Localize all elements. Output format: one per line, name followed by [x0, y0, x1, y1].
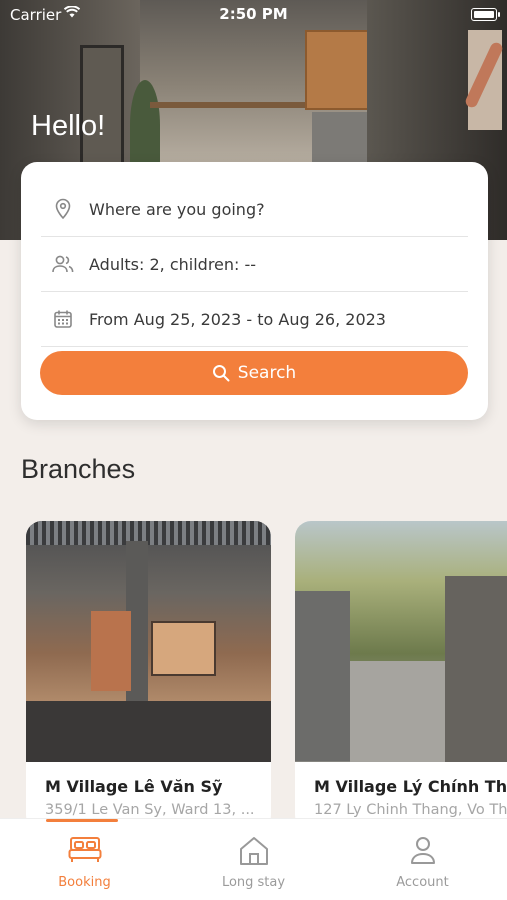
branch-card[interactable]: M Village Lê Văn Sỹ 359/1 Le Van Sy, War… [26, 521, 271, 831]
branch-address: 359/1 Le Van Sy, Ward 13, ... [45, 802, 255, 818]
bed-icon [0, 835, 169, 867]
tab-booking[interactable]: Booking [0, 819, 169, 900]
tab-label: Long stay [221, 875, 286, 890]
guests-field[interactable]: Adults: 2, children: -- [41, 237, 468, 292]
battery-icon [471, 8, 500, 21]
branch-photo [295, 521, 507, 762]
tab-long-stay[interactable]: Long stay [169, 819, 338, 900]
location-pin-icon [51, 197, 75, 221]
tab-account[interactable]: Account [338, 819, 507, 900]
destination-placeholder: Where are you going? [89, 199, 265, 219]
status-bar: Carrier 2:50 PM [0, 0, 507, 28]
search-icon [212, 365, 230, 382]
house-icon [169, 835, 338, 867]
branch-name: M Village Lý Chính Thắng [314, 777, 507, 796]
destination-field[interactable]: Where are you going? [41, 182, 468, 237]
search-button-label: Search [237, 363, 297, 383]
branch-card[interactable]: M Village Lý Chính Thắng 127 Ly Chinh Th… [295, 521, 507, 831]
dates-value: From Aug 25, 2023 - to Aug 26, 2023 [89, 309, 386, 329]
guests-value: Adults: 2, children: -- [89, 254, 257, 274]
branch-name: M Village Lê Văn Sỹ [45, 777, 223, 796]
tab-label: Booking [58, 875, 111, 890]
tab-bar: Booking Long stay Account [0, 818, 507, 900]
branches-title: Branches [21, 454, 136, 484]
clock: 2:50 PM [219, 5, 288, 23]
people-icon [51, 252, 75, 276]
greeting: Hello! [31, 110, 106, 142]
search-button[interactable]: Search [40, 351, 468, 395]
branch-address: 127 Ly Chinh Thang, Vo Thi Sau [314, 802, 507, 818]
person-icon [338, 835, 507, 867]
branch-photo [26, 521, 271, 762]
dates-field[interactable]: From Aug 25, 2023 - to Aug 26, 2023 [41, 292, 468, 347]
tab-label: Account [396, 875, 449, 890]
calendar-icon [51, 307, 75, 331]
search-card: Where are you going? Adults: 2, children… [21, 162, 488, 420]
scroll-indicator [46, 819, 118, 822]
